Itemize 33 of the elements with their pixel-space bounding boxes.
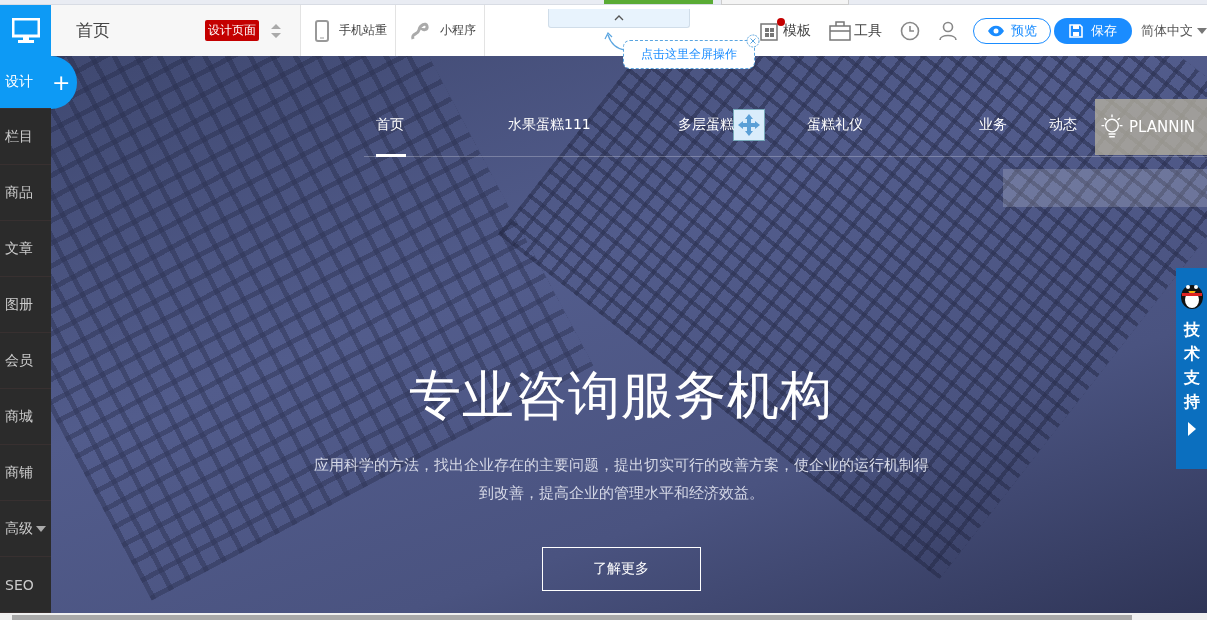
caret-right-icon [1187, 422, 1196, 436]
learn-more-button[interactable]: 了解更多 [541, 547, 701, 591]
nav-link[interactable]: 多层蛋糕 [666, 94, 763, 156]
support-tab[interactable]: 技术支持 [1176, 268, 1207, 469]
chevron-up-icon [614, 15, 624, 21]
hero-title: 专业咨询服务机构 [409, 364, 833, 427]
nav-link[interactable]: 蛋糕礼仪 [795, 94, 967, 156]
hero-description: 应用科学的方法，找出企业存在的主要问题，提出切实可行的改善方案，使企业的运行机制得到改善，提高企业的管理水平和经济效益。 [312, 455, 930, 504]
nav-link[interactable]: 业务 [967, 94, 1037, 156]
phone-icon [315, 19, 329, 42]
horizontal-scrollbar[interactable] [0, 613, 1207, 620]
monitor-icon [11, 17, 40, 44]
page-badge: 设计页面 [205, 20, 259, 41]
close-icon[interactable] [746, 34, 760, 48]
desktop-view-button[interactable] [0, 5, 51, 56]
grid-icon [760, 20, 780, 41]
page-name: 首页 [76, 19, 111, 42]
nav-link[interactable]: 水果蛋糕111 [496, 94, 666, 156]
nav-link[interactable]: 动态 [1037, 94, 1087, 156]
support-label: 技术支持 [1183, 319, 1200, 413]
nav-link[interactable]: 首页 [364, 94, 496, 156]
user-icon [938, 20, 958, 41]
sort-caret-icon[interactable] [271, 23, 281, 38]
tooltip-text: 点击这里全屏操作 [641, 46, 737, 63]
collapse-tab[interactable] [548, 9, 690, 28]
briefcase-icon [829, 20, 851, 41]
toolbar-button[interactable]: 工具 [820, 15, 891, 46]
language-dropdown[interactable]: 简体中文 [1132, 21, 1207, 40]
eye-icon [987, 24, 1005, 37]
link-icon [410, 20, 430, 41]
banner-text: PLANNIN [1129, 118, 1196, 136]
move-handle-icon[interactable] [733, 109, 765, 141]
clock-icon [900, 20, 920, 41]
